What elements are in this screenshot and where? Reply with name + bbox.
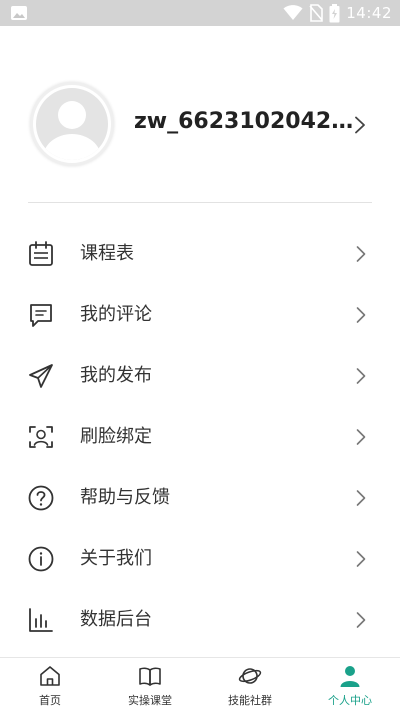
username[interactable]: zw_662310204293... [134, 109, 360, 134]
status-time: 14:42 [346, 4, 392, 22]
menu-item-my-posts[interactable]: 我的发布 [0, 346, 400, 406]
chevron-right-icon [356, 612, 366, 628]
menu-item-label: 课程表 [80, 243, 134, 264]
menu-item-schedule[interactable]: 课程表 [0, 224, 400, 284]
chevron-right-icon [356, 368, 366, 384]
chevron-right-icon[interactable] [354, 116, 366, 134]
tab-label: 首页 [39, 694, 61, 707]
menu-item-data-dashboard[interactable]: 数据后台 [0, 590, 400, 650]
tab-practical-class[interactable]: 实操课堂 [100, 658, 200, 711]
menu-item-label: 我的发布 [80, 365, 152, 386]
tab-personal-center[interactable]: 个人中心 [300, 658, 400, 711]
menu-item-face-binding[interactable]: 刷脸绑定 [0, 407, 400, 467]
menu-item-label: 刷脸绑定 [80, 426, 152, 447]
image-notification-icon [11, 6, 27, 20]
menu-item-my-comments[interactable]: 我的评论 [0, 285, 400, 345]
battery-icon [329, 3, 340, 22]
avatar[interactable] [30, 82, 114, 166]
info-icon [28, 546, 54, 572]
send-icon [29, 364, 53, 388]
tab-label: 实操课堂 [128, 694, 172, 707]
chevron-right-icon [356, 429, 366, 445]
home-icon [40, 666, 60, 686]
profile-header[interactable]: zw_662310204293... [0, 78, 400, 174]
tab-skill-community[interactable]: 技能社群 [200, 658, 300, 711]
person-icon [340, 666, 360, 687]
status-bar: 14:42 [0, 0, 400, 26]
avatar-placeholder-icon [36, 88, 108, 160]
tab-label: 个人中心 [328, 694, 372, 707]
menu-item-about-us[interactable]: 关于我们 [0, 529, 400, 589]
comment-icon [30, 304, 52, 327]
chevron-right-icon [356, 246, 366, 262]
chevron-right-icon [356, 307, 366, 323]
tab-home[interactable]: 首页 [0, 658, 100, 711]
menu-item-label: 关于我们 [80, 548, 152, 569]
bottom-navigation: 首页 实操课堂 技能社群 个人中心 [0, 657, 400, 711]
bar-chart-icon [29, 608, 53, 632]
no-sim-icon [309, 4, 324, 22]
face-scan-icon [29, 426, 53, 448]
chevron-right-icon [356, 551, 366, 567]
menu-item-label: 数据后台 [80, 609, 152, 630]
tab-label: 技能社群 [228, 694, 272, 707]
calendar-icon [29, 241, 53, 266]
menu-item-label: 我的评论 [80, 304, 152, 325]
planet-icon [238, 668, 262, 684]
wifi-icon [283, 5, 303, 20]
book-icon [139, 667, 161, 686]
menu-item-help-feedback[interactable]: 帮助与反馈 [0, 468, 400, 528]
menu-item-label: 帮助与反馈 [80, 487, 170, 508]
divider [28, 202, 372, 203]
chevron-right-icon [356, 490, 366, 506]
help-icon [28, 485, 54, 511]
